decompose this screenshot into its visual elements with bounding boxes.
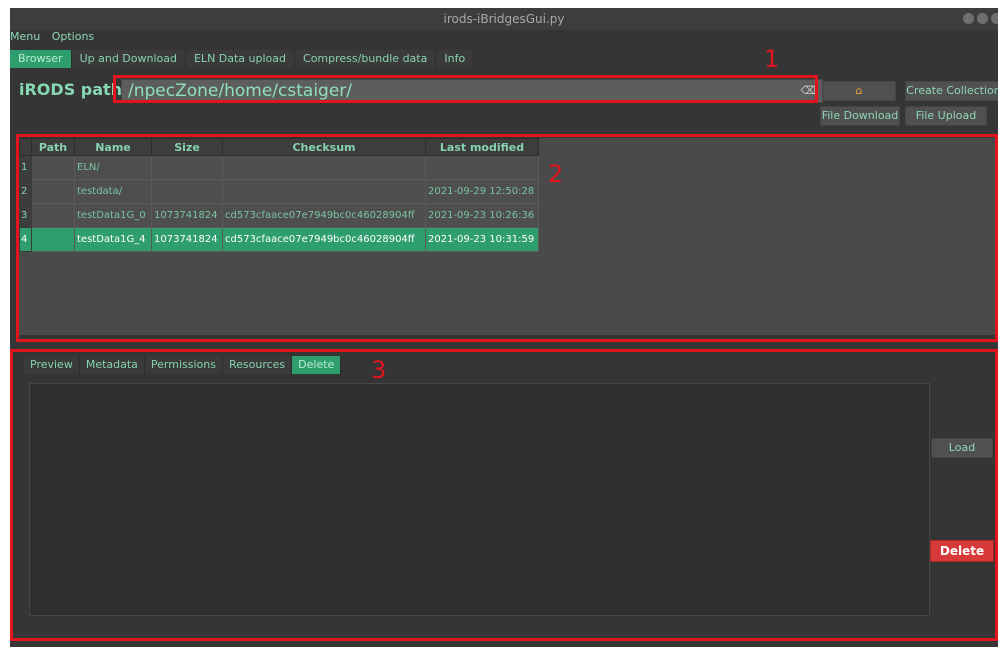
tab-info[interactable]: Info — [436, 50, 475, 68]
file-upload-button[interactable]: File Upload — [905, 106, 987, 126]
annotation-box-1 — [113, 75, 818, 103]
tab-eln-data-upload[interactable]: ELN Data upload — [185, 50, 296, 68]
tab-up-and-download[interactable]: Up and Download — [71, 50, 186, 68]
annotation-box-2 — [16, 134, 998, 342]
annotation-box-3 — [10, 349, 998, 641]
annotation-number-1: 1 — [764, 45, 780, 73]
menu-item-options[interactable]: Options — [52, 30, 94, 43]
home-icon: ⌂ — [855, 84, 863, 97]
menu-bar: Menu Options — [10, 30, 102, 44]
close-icon[interactable] — [991, 13, 998, 24]
window-title: irods-iBridgesGui.py — [443, 12, 565, 26]
file-download-button[interactable]: File Download — [820, 106, 900, 126]
window-controls — [963, 13, 998, 24]
tab-browser[interactable]: Browser — [10, 50, 72, 68]
title-bar: irods-iBridgesGui.py — [10, 8, 998, 30]
maximize-icon[interactable] — [977, 13, 988, 24]
menu-item-menu[interactable]: Menu — [10, 30, 40, 43]
create-collection-button[interactable]: Create Collection — [905, 81, 998, 101]
minimize-icon[interactable] — [963, 13, 974, 24]
main-tab-bar: Browser Up and Download ELN Data upload … — [10, 50, 475, 68]
annotation-number-2: 2 — [548, 160, 564, 188]
home-button[interactable]: ⌂ — [822, 81, 896, 101]
annotation-number-3: 3 — [371, 356, 387, 384]
tab-compress-bundle[interactable]: Compress/bundle data — [295, 50, 437, 68]
